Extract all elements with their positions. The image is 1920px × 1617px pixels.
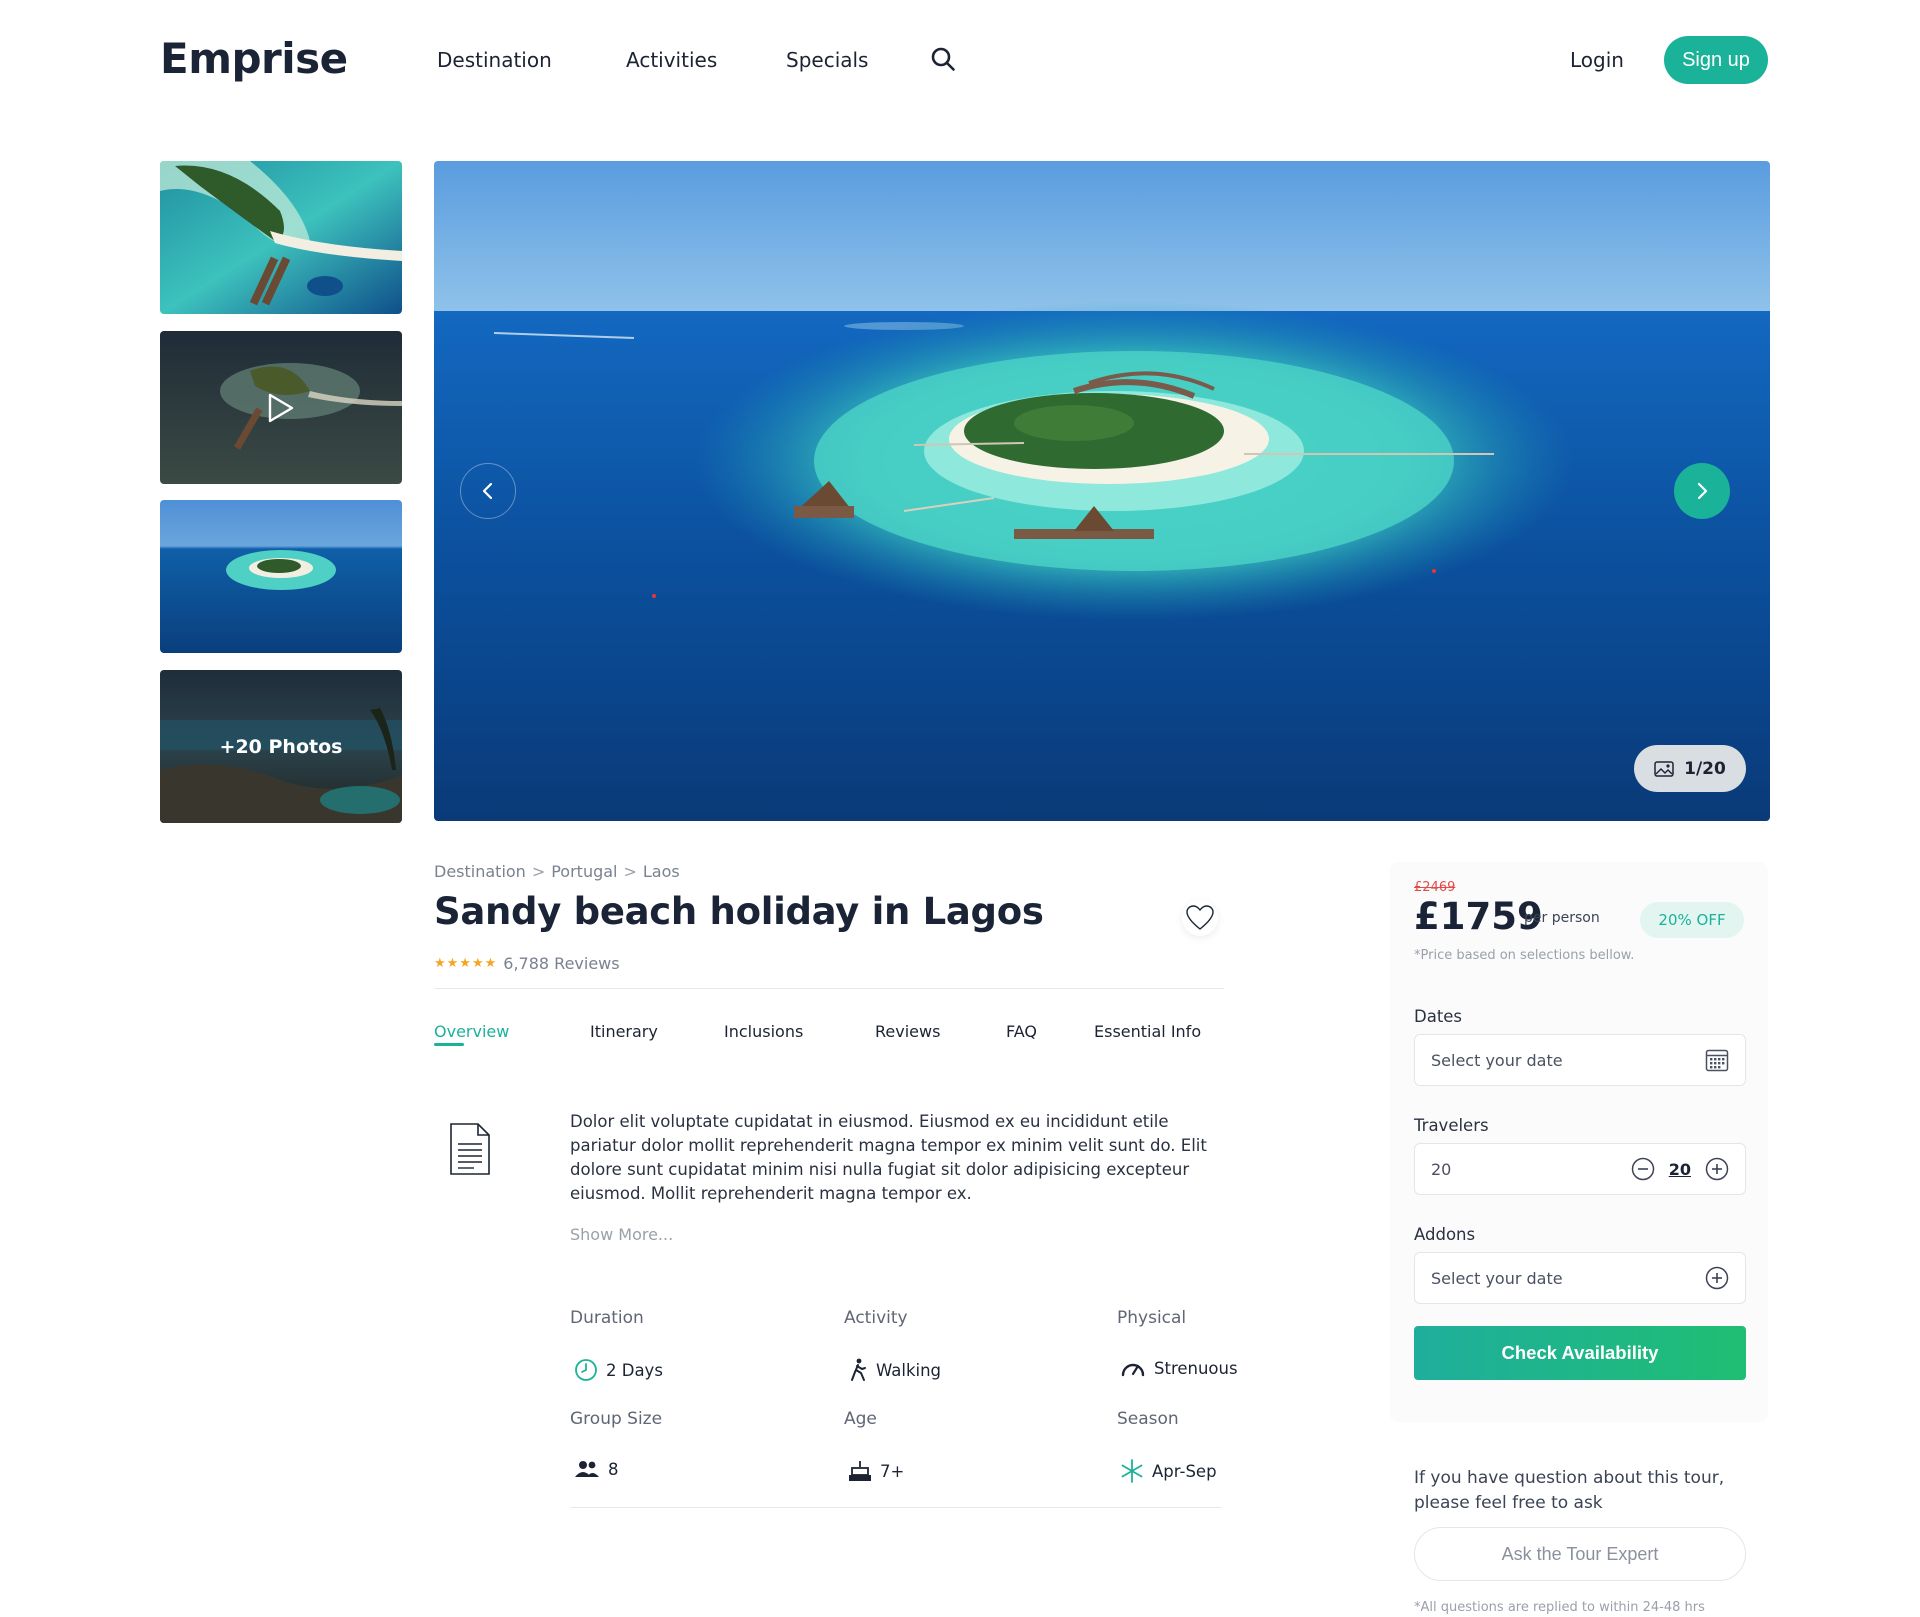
breadcrumb-separator: >: [623, 862, 637, 881]
travelers-input-value[interactable]: 20: [1431, 1160, 1451, 1179]
age-label: Age: [844, 1409, 877, 1429]
tab-reviews[interactable]: Reviews: [875, 1022, 940, 1041]
ask-tour-expert-button[interactable]: Ask the Tour Expert: [1414, 1527, 1746, 1581]
date-picker-field[interactable]: Select your date: [1414, 1034, 1746, 1086]
thumbnail-video[interactable]: [160, 331, 402, 484]
hero-image: [434, 161, 1770, 821]
age-text: 7+: [880, 1461, 905, 1481]
discount-badge: 20% OFF: [1640, 902, 1744, 938]
calendar-icon[interactable]: [1705, 1048, 1729, 1072]
nav-destination[interactable]: Destination: [437, 48, 552, 72]
tab-faq[interactable]: FAQ: [1006, 1022, 1037, 1041]
group-size-text: 8: [608, 1459, 619, 1479]
login-link[interactable]: Login: [1570, 48, 1624, 72]
tab-inclusions[interactable]: Inclusions: [724, 1022, 803, 1041]
plus-circle-icon[interactable]: [1705, 1157, 1729, 1181]
minus-circle-icon[interactable]: [1631, 1157, 1655, 1181]
reply-note: *All questions are replied to within 24-…: [1414, 1600, 1705, 1615]
more-photos-label: +20 Photos: [160, 670, 402, 823]
physical-label: Physical: [1117, 1308, 1187, 1328]
season-label: Season: [1117, 1409, 1179, 1429]
divider: [434, 988, 1224, 989]
star-rating: ★★★★★: [434, 956, 498, 971]
heart-icon: [1186, 905, 1214, 930]
travelers-count: 20: [1668, 1159, 1691, 1179]
activity-text: Walking: [876, 1360, 942, 1380]
per-person-label: per person: [1524, 910, 1600, 926]
divider: [570, 1507, 1222, 1508]
snowflake-icon: [1121, 1459, 1143, 1483]
tab-overview[interactable]: Overview: [434, 1022, 509, 1041]
page-title: Sandy beach holiday in Lagos: [434, 890, 1044, 933]
thumbnail-3[interactable]: [160, 500, 402, 653]
group-icon: [575, 1461, 599, 1477]
rating: ★★★★★ 6,788 Reviews: [434, 954, 620, 973]
active-tab-indicator: [434, 1043, 464, 1046]
carousel-prev-button[interactable]: [460, 463, 516, 519]
season-value: Apr-Sep: [1120, 1459, 1217, 1483]
travelers-label: Travelers: [1414, 1116, 1489, 1135]
date-placeholder: Select your date: [1431, 1050, 1563, 1070]
favorite-button[interactable]: [1182, 900, 1218, 936]
overview-description: Dolor elit voluptate cupidatat in eiusmo…: [570, 1112, 1207, 1203]
age-value: 7+: [848, 1459, 904, 1483]
image-icon: [1654, 760, 1674, 777]
duration-value: 2 Days: [574, 1358, 663, 1382]
play-icon[interactable]: [160, 331, 402, 484]
travelers-stepper: 20: [1631, 1157, 1729, 1181]
breadcrumb-laos[interactable]: Laos: [643, 862, 680, 881]
check-availability-button[interactable]: Check Availability: [1414, 1326, 1746, 1380]
thumbnail-more-photos[interactable]: +20 Photos: [160, 670, 402, 823]
photo-counter-text: 1/20: [1684, 758, 1726, 779]
physical-value: Strenuous: [1120, 1358, 1238, 1378]
activity-label: Activity: [844, 1308, 908, 1328]
duration-label: Duration: [570, 1308, 644, 1328]
travelers-field[interactable]: 20 20: [1414, 1143, 1746, 1195]
chevron-right-icon: [1697, 482, 1708, 500]
speedometer-icon: [1121, 1363, 1145, 1377]
clock-icon: [575, 1359, 597, 1381]
nav-activities[interactable]: Activities: [626, 48, 717, 72]
signup-button[interactable]: Sign up: [1664, 36, 1768, 84]
activity-value: Walking: [848, 1358, 941, 1382]
group-size-value: 8: [574, 1459, 619, 1479]
group-size-label: Group Size: [570, 1409, 663, 1429]
addons-placeholder: Select your date: [1431, 1268, 1563, 1288]
breadcrumb-portugal[interactable]: Portugal: [551, 862, 617, 881]
cake-icon: [849, 1461, 871, 1481]
addons-field[interactable]: Select your date: [1414, 1252, 1746, 1304]
show-more-link[interactable]: Show More...: [570, 1225, 673, 1244]
thumbnail-1[interactable]: [160, 161, 402, 314]
breadcrumb-destination[interactable]: Destination: [434, 862, 526, 881]
search-icon[interactable]: [930, 46, 956, 72]
tab-essential-info[interactable]: Essential Info: [1094, 1022, 1201, 1041]
addons-label: Addons: [1414, 1225, 1476, 1244]
tab-itinerary[interactable]: Itinerary: [590, 1022, 658, 1041]
question-text: If you have question about this tour, pl…: [1414, 1468, 1725, 1513]
breadcrumb-separator: >: [531, 862, 546, 881]
walking-icon: [851, 1358, 866, 1381]
document-icon: [448, 1122, 492, 1180]
duration-text: 2 Days: [606, 1360, 663, 1380]
photo-counter[interactable]: 1/20: [1634, 745, 1746, 792]
physical-text: Strenuous: [1154, 1358, 1238, 1378]
logo[interactable]: Emprise: [160, 34, 348, 83]
nav-specials[interactable]: Specials: [786, 48, 868, 72]
plus-circle-icon[interactable]: [1705, 1266, 1729, 1290]
breadcrumb: Destination > Portugal > Laos: [434, 862, 680, 881]
dates-label: Dates: [1414, 1007, 1463, 1026]
carousel-next-button[interactable]: [1674, 463, 1730, 519]
reviews-count[interactable]: 6,788 Reviews: [503, 954, 619, 973]
season-text: Apr-Sep: [1152, 1461, 1217, 1481]
price-note: *Price based on selections bellow.: [1414, 948, 1635, 963]
old-price: £2469: [1414, 880, 1456, 895]
chevron-left-icon: [482, 482, 493, 500]
